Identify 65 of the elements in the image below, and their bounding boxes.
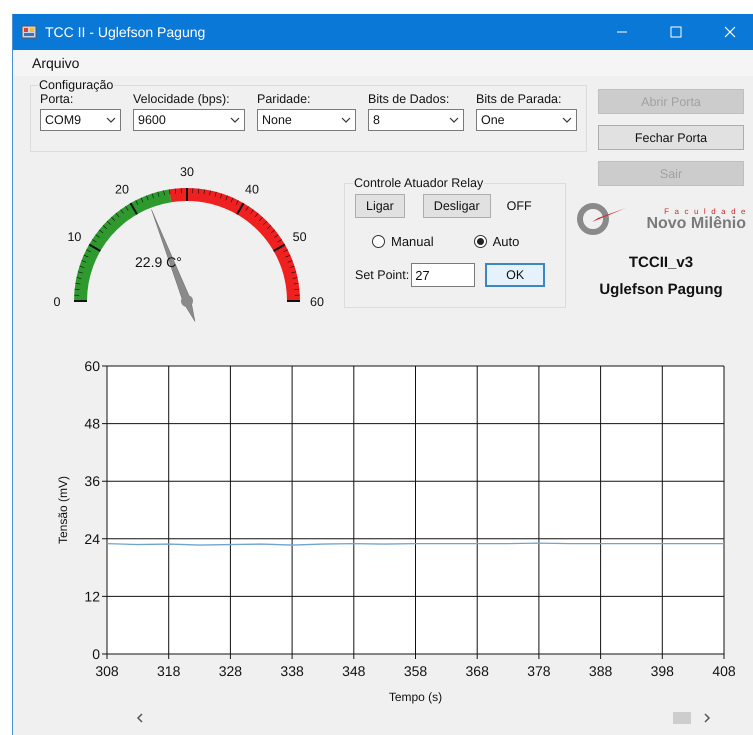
scale-label: 30 [180,165,194,179]
scale-label: 10 [67,230,82,244]
scale-label: 20 [115,182,129,196]
axis-tick-label: 378 [527,663,551,679]
chevron-down-icon [562,117,572,123]
chevron-down-icon [106,117,116,123]
dropdown-field[interactable]: 9600 [133,109,245,131]
dropdown-field[interactable]: COM9 [40,109,121,131]
mode-radio[interactable]: Manual [372,234,434,249]
axis-tick-label: 398 [650,663,674,679]
ok-button[interactable]: OK [485,263,546,287]
axis-title: Tempo (s) [388,690,442,704]
chevron-down-icon [341,117,351,123]
axis-tick-label: 308 [95,663,119,679]
temperature-reading: 22.9 C° [135,254,182,270]
field-label: Paridade: [257,92,312,106]
axis-tick-label: 348 [342,663,366,679]
relay-button[interactable]: Ligar [355,194,405,218]
logo-tagline: Faculdade [664,206,751,216]
field-label: Porta: [40,92,74,106]
radio-circle[interactable] [474,235,487,248]
dropdown-field[interactable]: One [476,109,577,131]
window-title: TCC II - Uglefson Pagung [45,24,206,40]
version-label: TCCII_v3 [628,254,694,271]
axis-tick-label: 36 [84,473,100,490]
mode-radio[interactable]: Auto [474,234,520,249]
axis-tick-label: 368 [466,663,489,679]
group-title: Configuração [38,78,114,92]
axis-title: Tensão (mV) [56,476,70,544]
axis-tick-label: 0 [92,646,100,662]
axis-tick-label: 318 [157,663,180,679]
menu-item[interactable]: Arquivo [32,55,80,71]
scrollbar-thumb[interactable] [673,712,691,724]
field-label: Bits de Dados: [368,92,450,106]
relay-button[interactable]: Desligar [422,194,491,218]
group-title: Controle Atuador Relay [353,176,484,190]
axis-tick-label: 24 [84,530,100,547]
scale-label: 60 [310,295,324,309]
set-point-field[interactable]: 27 [411,263,476,287]
chevron-right-icon[interactable] [703,713,711,723]
scale-label: 50 [292,230,307,244]
axis-tick-label: 60 [84,358,100,374]
port-button[interactable]: Fechar Porta [598,125,744,150]
app-icon [21,24,37,40]
axis-tick-label: 48 [84,416,100,432]
axis-tick-label: 408 [712,663,736,679]
axis-tick-label: 328 [218,663,242,679]
axis-tick-label: 358 [404,663,428,679]
relay-status: OFF [506,199,532,213]
scale-label: 0 [54,295,60,309]
axis-tick-label: 388 [588,663,612,679]
scale-label: 40 [245,182,259,196]
author-label: Uglefson Pagung [599,281,723,298]
axis-tick-label: 12 [84,588,100,604]
chevron-left-icon[interactable] [136,713,144,723]
field-label: Bits de Parada: [476,92,562,106]
dropdown-field[interactable]: 8 [368,109,464,131]
chevron-down-icon [449,117,459,123]
logo-name: Novo Milênio [646,216,746,232]
radio-circle[interactable] [372,235,385,248]
field-label: Set Point: [355,268,410,282]
axis-tick-label: 338 [280,663,304,679]
field-label: Velocidade (bps): [133,92,231,106]
dropdown-field[interactable]: None [257,109,356,131]
chevron-down-icon [230,117,240,123]
